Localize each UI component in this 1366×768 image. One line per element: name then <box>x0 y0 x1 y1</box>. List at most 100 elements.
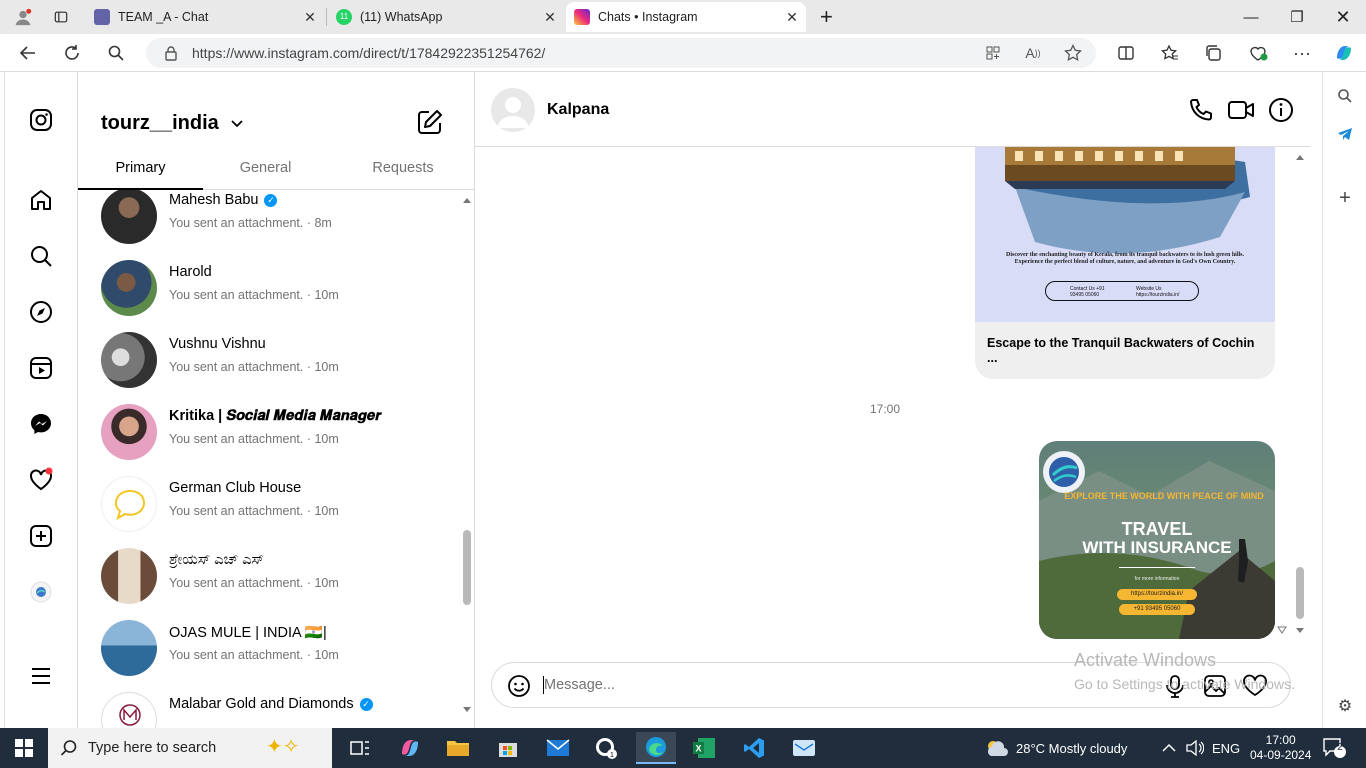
scroll-up-arrow-icon[interactable] <box>1295 153 1305 161</box>
start-button[interactable] <box>4 732 44 764</box>
video-call-icon[interactable] <box>1227 96 1255 124</box>
conversation-item[interactable]: Mahesh Babu ✓ You sent an attachment. · 8… <box>78 190 458 260</box>
settings-more-icon[interactable]: ··· <box>1288 40 1316 66</box>
scroll-down-arrow-icon[interactable] <box>462 706 472 714</box>
malabar-logo-icon <box>119 704 141 726</box>
notifications-heart-icon[interactable] <box>27 466 55 494</box>
close-tab-icon[interactable]: ✕ <box>302 9 318 26</box>
copilot-app-icon[interactable] <box>390 732 430 764</box>
profile-avatar[interactable] <box>6 2 40 32</box>
message-input[interactable]: Message... <box>544 677 615 693</box>
url-text[interactable]: https://www.instagram.com/direct/t/17842… <box>192 45 545 61</box>
audio-call-icon[interactable] <box>1187 96 1215 124</box>
tab-general[interactable]: General <box>203 158 328 190</box>
task-view-icon[interactable] <box>340 732 380 764</box>
close-tab-icon[interactable]: ✕ <box>784 9 800 26</box>
account-username[interactable]: tourz__india <box>101 112 219 135</box>
notification-center[interactable]: 2 <box>1322 728 1346 768</box>
messenger-icon[interactable] <box>27 410 55 438</box>
close-window-button[interactable]: ✕ <box>1320 0 1366 34</box>
sidebar-search-icon[interactable] <box>1333 84 1357 108</box>
verified-badge-icon: ✓ <box>264 194 278 207</box>
conversation-item[interactable]: Harold You sent an attachment. · 10m <box>78 260 458 332</box>
instagram-logo-icon[interactable] <box>27 106 55 134</box>
search-icon[interactable] <box>27 242 55 270</box>
favorites-icon[interactable] <box>1156 40 1184 66</box>
new-message-compose-icon[interactable] <box>416 108 444 136</box>
split-screen-icon[interactable] <box>1112 40 1140 66</box>
taskbar-search[interactable]: Type here to search ✦✧ <box>48 728 332 768</box>
activate-windows-subtitle: Go to Settings to activate Windows. <box>1074 676 1295 692</box>
conversation-item[interactable]: Malabar Gold and Diamonds ✓ <box>78 692 458 728</box>
show-hidden-icons[interactable] <box>1162 728 1176 768</box>
create-post-icon[interactable] <box>27 522 55 550</box>
edge-app-icon[interactable] <box>636 732 676 764</box>
sidebar-add-icon[interactable]: + <box>1333 186 1357 210</box>
language-indicator[interactable]: ENG <box>1212 728 1240 768</box>
notification-count: 2 <box>1337 742 1343 753</box>
conversation-item[interactable]: Vushnu Vishnu You sent an attachment. · … <box>78 332 458 404</box>
lock-icon[interactable] <box>160 43 182 63</box>
scroll-up-arrow-icon[interactable] <box>462 196 472 204</box>
search-placeholder[interactable]: Type here to search <box>88 740 216 756</box>
contact-name[interactable]: Kalpana <box>547 101 609 119</box>
tab-team-chat[interactable]: TEAM _A - Chat ✕ <box>86 2 324 32</box>
favorite-star-icon[interactable] <box>1062 43 1084 63</box>
filter-arrow-icon <box>1277 626 1287 634</box>
conversation-item[interactable]: German Club House You sent an attachment… <box>78 476 458 548</box>
search-button[interactable] <box>102 40 130 66</box>
refresh-button[interactable] <box>58 40 86 66</box>
sidebar-telegram-icon[interactable] <box>1333 122 1357 146</box>
clock[interactable]: 17:00 04-09-2024 <box>1250 728 1311 768</box>
vscode-icon[interactable] <box>734 732 774 764</box>
scroll-down-arrow-icon[interactable] <box>1295 627 1305 635</box>
excel-icon[interactable]: X <box>684 732 724 764</box>
tab-requests[interactable]: Requests <box>333 158 473 190</box>
conversation-item[interactable]: Kritika | 𝑺𝒐𝒄𝒊𝒂𝒍 𝑴𝒆𝒅𝒊𝒂 𝑴𝒂𝒏𝒂𝒈𝒆𝒓 You sent … <box>78 404 458 476</box>
chat-scrollbar[interactable] <box>1293 147 1307 647</box>
home-icon[interactable] <box>27 186 55 214</box>
tab-whatsapp[interactable]: 11 (11) WhatsApp ✕ <box>328 2 564 32</box>
new-tab-button[interactable]: + <box>812 2 842 32</box>
copilot-icon[interactable] <box>1330 40 1358 66</box>
minimize-button[interactable]: — <box>1228 0 1274 34</box>
scrollbar-thumb[interactable] <box>1296 567 1304 619</box>
app-available-icon[interactable] <box>982 43 1004 63</box>
mail-app-icon[interactable] <box>784 732 824 764</box>
url-bar[interactable]: https://www.instagram.com/direct/t/17842… <box>146 38 1096 68</box>
reels-icon[interactable] <box>27 354 55 382</box>
image-message[interactable]: EXPLORE THE WORLD WITH PEACE OF MIND TRA… <box>1039 441 1275 639</box>
tab-actions-button[interactable] <box>46 2 76 32</box>
mail-icon[interactable] <box>538 732 578 764</box>
shared-post-image[interactable]: Discover the enchanting beauty of Kerala… <box>975 147 1275 322</box>
conversation-preview: You sent an attachment. · 10m <box>169 288 339 302</box>
conversation-info-icon[interactable] <box>1267 96 1295 124</box>
emoji-icon[interactable] <box>506 673 532 699</box>
conversation-item[interactable]: ಶ್ರೇಯಸ್ ಎಚ್ ಎಸ್ You sent an attachment. … <box>78 548 458 620</box>
sidebar-settings-icon[interactable]: ⚙ <box>1333 694 1357 718</box>
browser-essentials-icon[interactable] <box>1244 40 1272 66</box>
profile-avatar-icon[interactable] <box>27 578 55 606</box>
collections-icon[interactable] <box>1200 40 1228 66</box>
file-explorer-icon[interactable] <box>438 732 478 764</box>
tab-actions-icon <box>54 11 68 23</box>
conversation-scrollbar[interactable] <box>460 190 472 728</box>
chevron-down-icon[interactable] <box>230 116 244 135</box>
read-aloud-icon[interactable]: A)) <box>1022 43 1044 63</box>
tab-instagram[interactable]: Chats • Instagram ✕ <box>566 2 806 32</box>
conversation-item[interactable]: OJAS MULE | INDIA 🇮🇳| You sent an attach… <box>78 620 458 692</box>
volume-icon[interactable] <box>1186 728 1204 768</box>
microsoft-store-icon[interactable] <box>488 732 528 764</box>
tab-primary[interactable]: Primary <box>78 158 203 190</box>
conversation-preview: You sent an attachment. · 10m <box>169 576 339 590</box>
scrollbar-thumb[interactable] <box>463 530 471 605</box>
back-button[interactable] <box>14 40 42 66</box>
restore-button[interactable]: ❐ <box>1274 0 1320 34</box>
whatsapp-app-icon[interactable]: 1 <box>586 732 626 764</box>
more-menu-icon[interactable] <box>27 662 55 690</box>
close-tab-icon[interactable]: ✕ <box>542 9 558 26</box>
explore-compass-icon[interactable] <box>27 298 55 326</box>
shared-post-card[interactable]: Discover the enchanting beauty of Kerala… <box>975 147 1275 379</box>
weather-widget[interactable]: 28°C Mostly cloudy <box>984 728 1127 768</box>
contact-avatar[interactable] <box>491 88 535 132</box>
